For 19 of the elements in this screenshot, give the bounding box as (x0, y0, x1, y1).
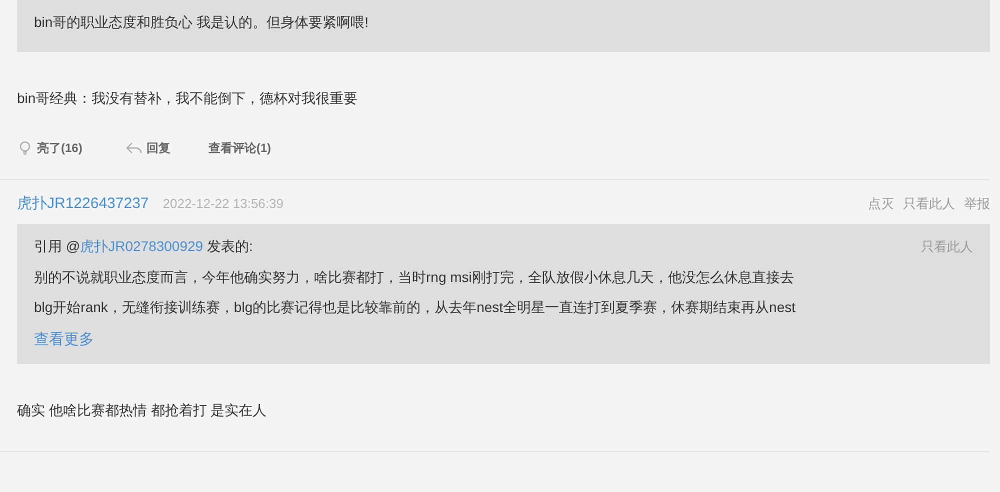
reply-text: bin哥经典：我没有替补，我不能倒下，德杯对我很重要 (16, 89, 359, 108)
quote-header: 引用 @虎扑JR0278300929 发表的: (34, 237, 253, 256)
username-link[interactable]: 虎扑JR0278300929 (80, 238, 204, 254)
lightbulb-icon (17, 140, 33, 156)
reply-button[interactable]: 回复 (126, 139, 170, 157)
reply-icon (126, 141, 142, 155)
username-link[interactable]: 虎扑JR1226437237 (17, 192, 149, 216)
view-comments-button[interactable]: 查看评论(1) (208, 139, 272, 157)
post-action-link[interactable]: 点灭 (868, 194, 894, 214)
post-action-link[interactable]: 只看此人 (903, 194, 955, 214)
view-more-link[interactable]: 查看更多 (34, 329, 94, 352)
only-this-user-link[interactable]: 只看此人 (921, 236, 973, 256)
quote-text: blg开始rank，无缝衔接训练赛，blg的比赛记得也是比较靠前的，从去年nest全明星一直连打到夏季赛，休赛期结束再从nest (34, 298, 797, 317)
post-time: 2022-12-22 13:56:39 (162, 195, 284, 214)
post-action-link[interactable]: 举报 (964, 194, 990, 214)
reply-text: 确实 他啥比赛都热情 都抢着打 是实在人 (16, 400, 268, 420)
like-button[interactable]: 亮了(16) (17, 139, 82, 157)
quote-text: bin哥的职业态度和胜负心 我是认的。但身体要紧啊喂! (34, 13, 370, 32)
quote-text: 别的不说就职业态度而言，今年他确实努力，啥比赛都打，当时rng msi刚打完，全队放假小休息几天，他没怎么休息直接去 (34, 268, 795, 287)
